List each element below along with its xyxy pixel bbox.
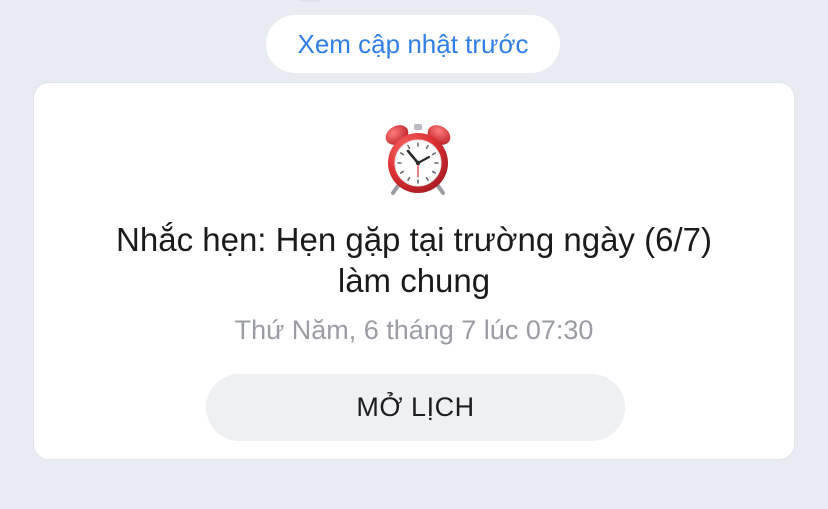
view-previous-updates-button[interactable]: Xem cập nhật trước bbox=[266, 15, 560, 73]
reminder-title: Nhắc hẹn: Hẹn gặp tại trường ngày (6/7) … bbox=[116, 221, 712, 299]
open-calendar-label: MỞ LỊCH bbox=[356, 392, 475, 422]
reminder-timestamp: Thứ Năm, 6 tháng 7 lúc 07:30 bbox=[234, 315, 594, 345]
reminder-card: Nhắc hẹn: Hẹn gặp tại trường ngày (6/7) … bbox=[33, 82, 795, 460]
avatar-partial bbox=[290, 0, 332, 2]
alarm-clock-icon bbox=[380, 121, 456, 197]
open-calendar-button[interactable]: MỞ LỊCH bbox=[206, 374, 625, 441]
view-previous-updates-label: Xem cập nhật trước bbox=[297, 28, 529, 59]
